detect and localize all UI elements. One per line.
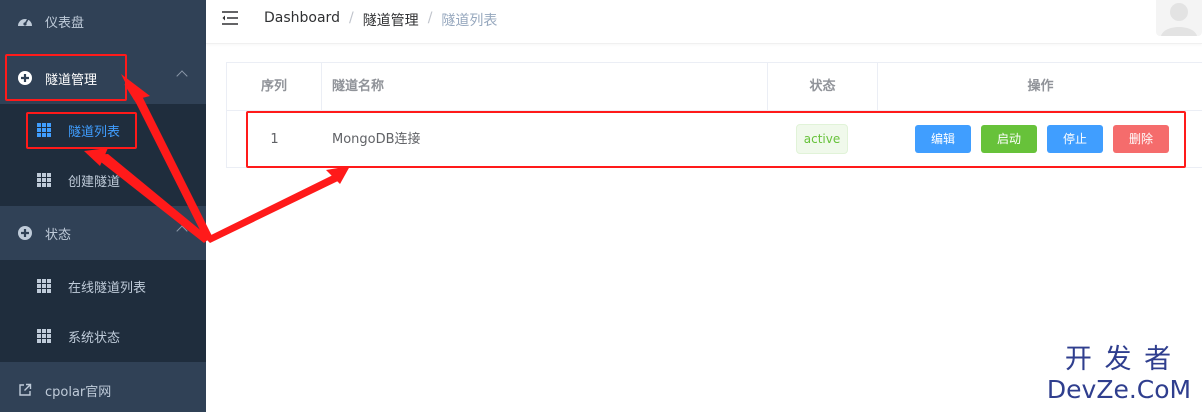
arrow-to-tunnel-management (124, 84, 212, 240)
watermark-logo: 开 发 者 DevZe.CoM (1044, 345, 1194, 407)
watermark-line1: 开 发 者 (1064, 344, 1174, 375)
app-root: 仪表盘 隧道管理 隧道列表 创建隧道 状态 在线隧道列表 系统状态 cpolar… (0, 0, 1202, 412)
arrow-to-tunnel-row (205, 174, 340, 243)
arrow-head-tunnel-management (121, 74, 150, 100)
annotation-arrows (84, 74, 350, 243)
watermark-line2: DevZe.CoM (1046, 375, 1192, 404)
